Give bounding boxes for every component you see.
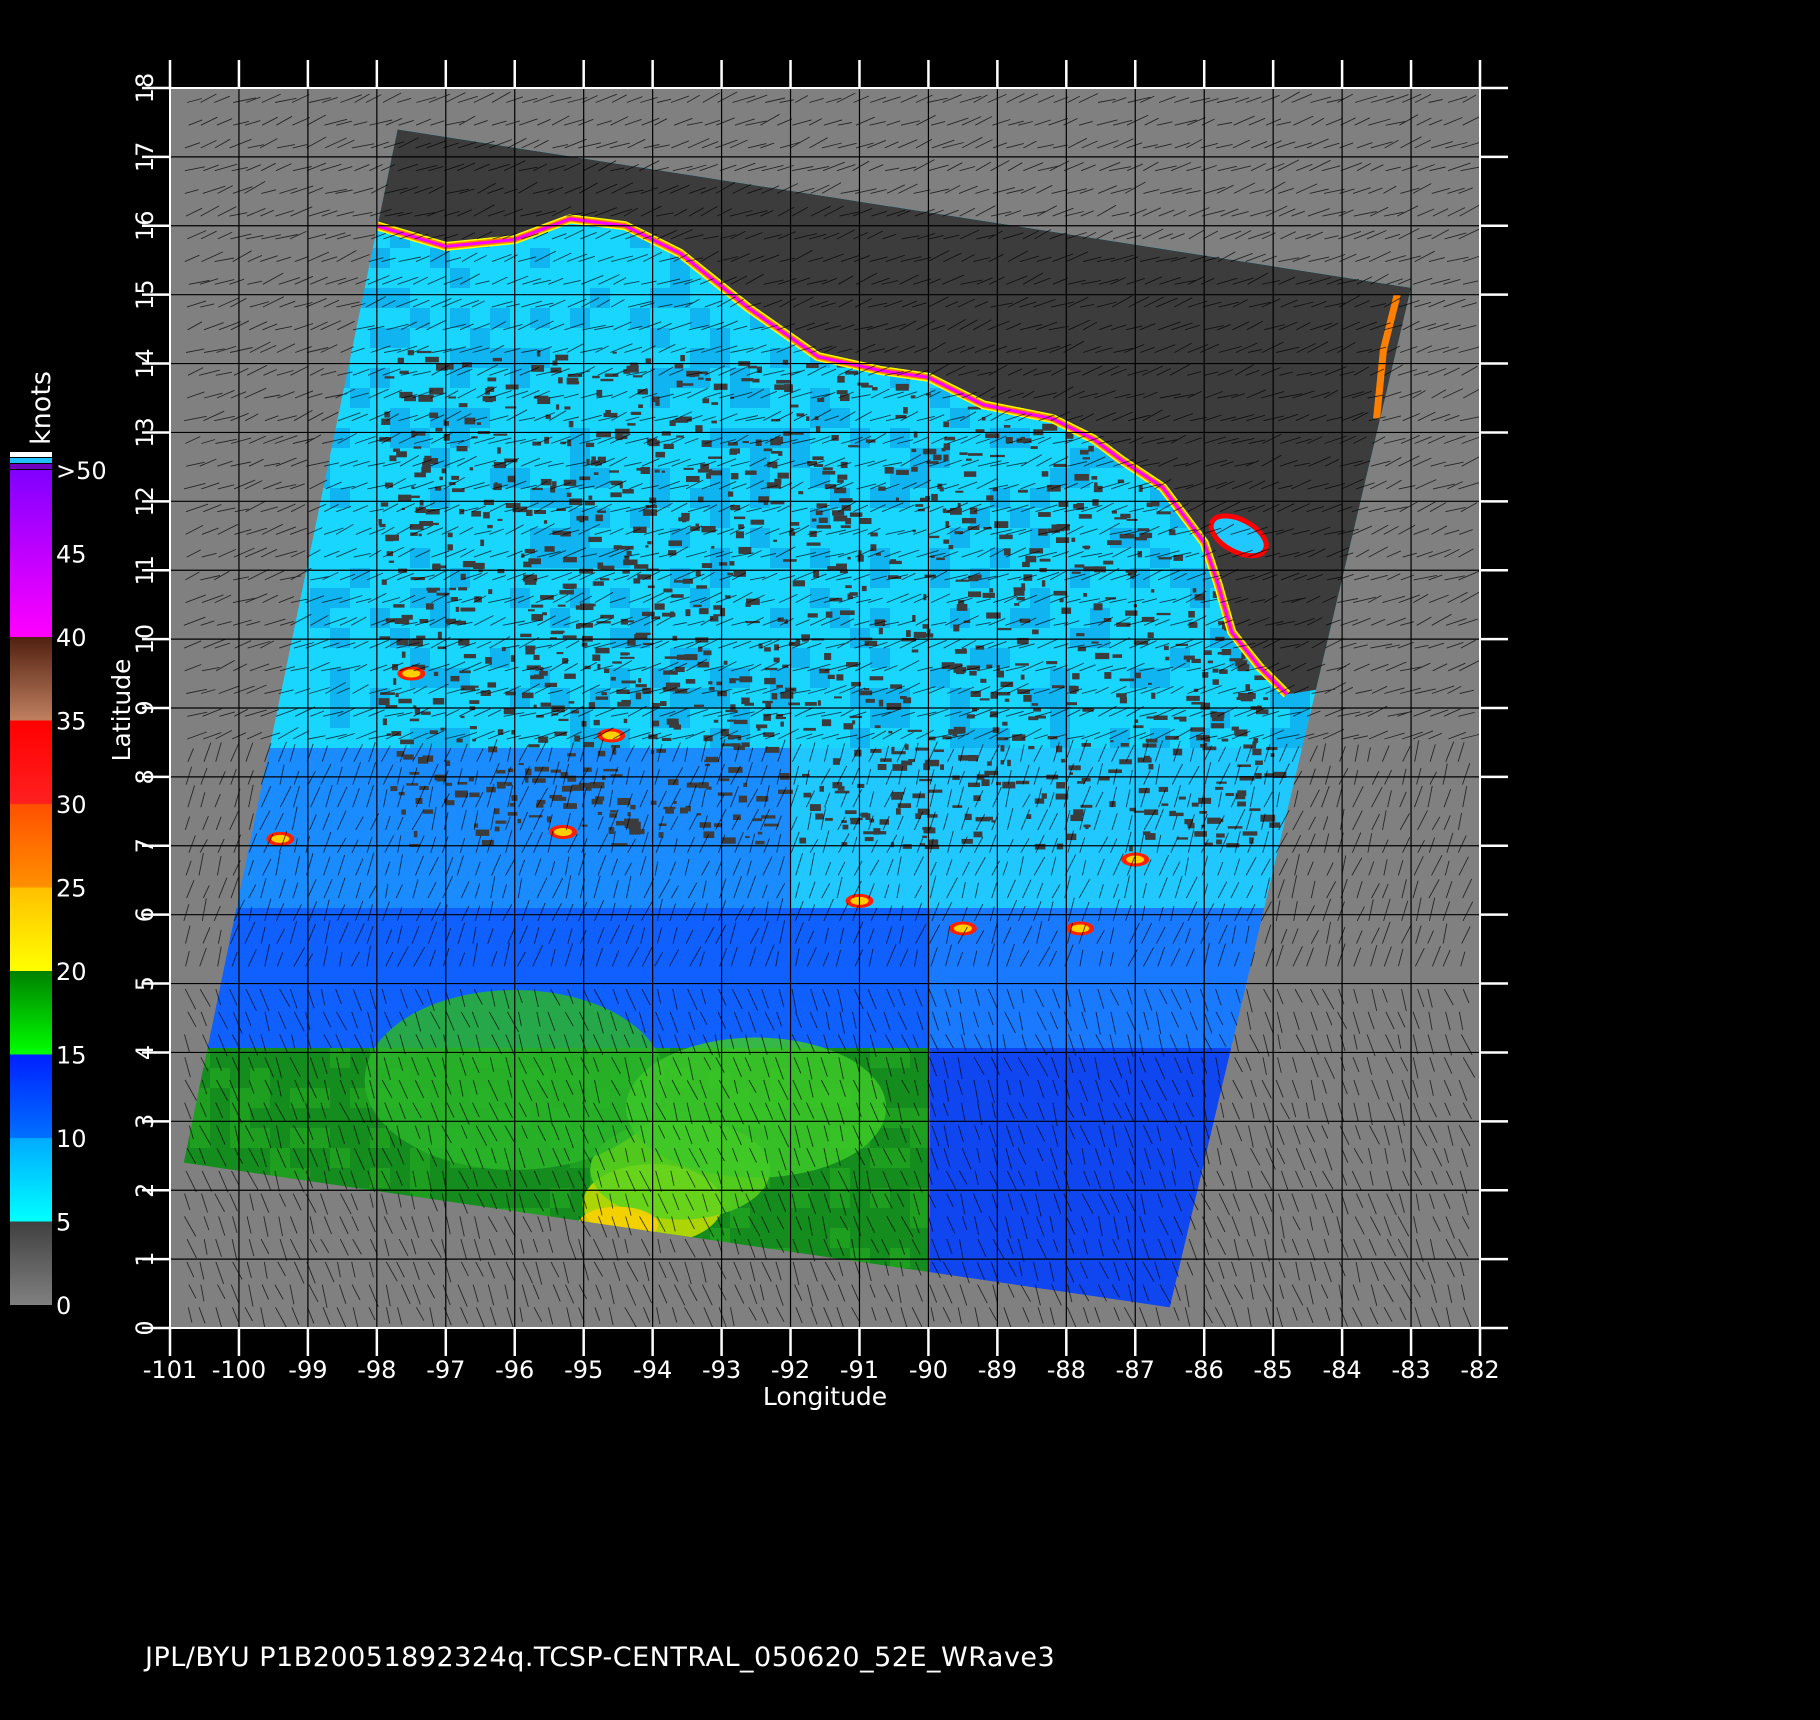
lat-tick-label: 14 xyxy=(131,348,159,379)
lon-tick-label: -97 xyxy=(426,1356,465,1384)
colorbar-title: knots xyxy=(26,371,57,445)
lat-tick-label: 10 xyxy=(131,624,159,655)
colorbar-tick-label: >50 xyxy=(56,457,107,485)
lon-tick-label: -94 xyxy=(633,1356,672,1384)
lat-tick-label: 15 xyxy=(131,279,159,310)
colorbar-tick-label: 40 xyxy=(56,624,87,652)
lat-tick-label: 7 xyxy=(131,838,159,853)
lon-tick-label: -91 xyxy=(840,1356,879,1384)
colorbar-tick-label: 20 xyxy=(56,958,87,986)
colorbar-band xyxy=(10,637,52,721)
y-axis-label: Latitude xyxy=(107,659,136,762)
lon-tick-label: -95 xyxy=(564,1356,603,1384)
lon-tick-label: -82 xyxy=(1460,1356,1499,1384)
colorbar-band xyxy=(10,1054,52,1138)
lat-tick-label: 8 xyxy=(131,769,159,784)
lat-tick-label: 3 xyxy=(131,1114,159,1129)
colorbar-tick-label: 35 xyxy=(56,708,87,736)
lon-tick-label: -84 xyxy=(1323,1356,1362,1384)
colorbar-band xyxy=(10,470,52,637)
colorbar-band xyxy=(10,804,52,888)
lat-tick-label: 2 xyxy=(131,1183,159,1198)
lat-tick-label: 18 xyxy=(131,73,159,104)
lon-tick-label: -85 xyxy=(1254,1356,1293,1384)
lat-tick-label: 12 xyxy=(131,486,159,517)
wind-map-figure: -101 -100 -99 -98 -97 -96 -95 -94 -93 -92 -91 -90 -8… xyxy=(10,60,1508,1411)
colorbar-tick-label: 0 xyxy=(56,1292,71,1320)
lon-tick-label: -93 xyxy=(702,1356,741,1384)
colorbar-tick-label: 5 xyxy=(56,1209,71,1237)
lon-tick-label: -92 xyxy=(771,1356,810,1384)
lon-tick-label: -99 xyxy=(288,1356,327,1384)
colorbar-band xyxy=(10,720,52,804)
lat-tick-label: 5 xyxy=(131,976,159,991)
lat-tick-label: 0 xyxy=(131,1320,159,1335)
map-plot-area xyxy=(169,87,1485,1331)
lat-tick-label: 13 xyxy=(131,417,159,448)
colorbar-tick-label: 30 xyxy=(56,791,87,819)
colorbar-tick-label: 25 xyxy=(56,875,87,903)
lat-tick-label: 4 xyxy=(131,1045,159,1060)
lon-tick-label: -100 xyxy=(212,1356,266,1384)
x-axis-label: Longitude xyxy=(763,1382,887,1411)
colorbar-band xyxy=(10,887,52,971)
lon-tick-label: -86 xyxy=(1185,1356,1224,1384)
lat-tick-label: 17 xyxy=(131,142,159,173)
lon-tick-label: -96 xyxy=(495,1356,534,1384)
footer-source-caption: JPL/BYU P1B20051892324q.TCSP-CENTRAL_050… xyxy=(145,1642,1056,1673)
lat-tick-label: 1 xyxy=(131,1251,159,1266)
lon-tick-label: -89 xyxy=(978,1356,1017,1384)
lat-tick-label: 6 xyxy=(131,907,159,922)
lon-tick-label: -87 xyxy=(1116,1356,1155,1384)
lon-tick-label: -98 xyxy=(357,1356,396,1384)
lon-tick-label: -101 xyxy=(143,1356,197,1384)
wind-speed-colorbar: >50 45 40 35 30 25 20 15 10 5 0 xyxy=(10,452,107,1320)
lon-tick-label: -88 xyxy=(1047,1356,1086,1384)
colorbar-band xyxy=(10,1138,52,1222)
colorbar-tick-label: 15 xyxy=(56,1042,87,1070)
lat-tick-label: 11 xyxy=(131,555,159,586)
colorbar-tick-label: 45 xyxy=(56,541,87,569)
lon-tick-label: -90 xyxy=(909,1356,948,1384)
colorbar-tick-label: 10 xyxy=(56,1125,87,1153)
lat-tick-label: 16 xyxy=(131,211,159,242)
colorbar-band xyxy=(10,1221,52,1305)
longitude-tick-labels: -101 -100 -99 -98 -97 -96 -95 -94 -93 -92 -91 -90 -8… xyxy=(143,1356,1500,1384)
colorbar-band xyxy=(10,971,52,1055)
lon-tick-label: -83 xyxy=(1391,1356,1430,1384)
